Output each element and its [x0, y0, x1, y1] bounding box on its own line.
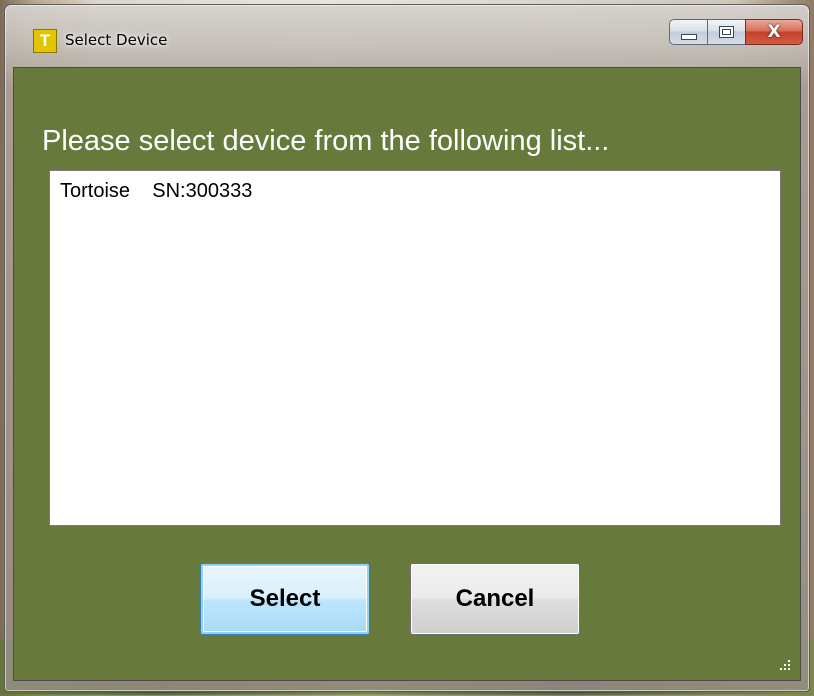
- cancel-button[interactable]: Cancel: [410, 563, 580, 635]
- minimize-button[interactable]: [669, 19, 707, 45]
- instruction-label: Please select device from the following …: [42, 125, 610, 157]
- app-icon: T: [33, 29, 57, 53]
- close-icon: X: [767, 21, 781, 42]
- maximize-icon: [719, 26, 734, 38]
- title-bar[interactable]: T Select Device X: [5, 5, 809, 61]
- close-button[interactable]: X: [745, 19, 803, 45]
- list-item[interactable]: Tortoise SN:300333: [60, 180, 252, 203]
- caption-buttons: X: [669, 19, 803, 45]
- window-title: Select Device: [65, 31, 168, 49]
- device-list[interactable]: Tortoise SN:300333: [49, 170, 781, 526]
- maximize-button[interactable]: [707, 19, 745, 45]
- select-button[interactable]: Select: [200, 563, 370, 635]
- minimize-icon: [680, 34, 697, 40]
- resize-grip-icon[interactable]: [778, 658, 790, 670]
